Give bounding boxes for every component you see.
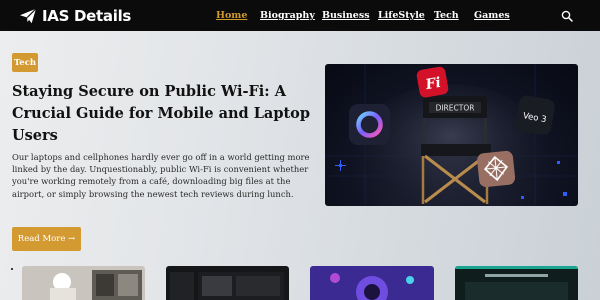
paper-plane-icon xyxy=(20,7,37,23)
search-icon xyxy=(561,10,573,22)
featured-title[interactable]: Staying Secure on Public Wi-Fi: A Crucia… xyxy=(12,81,312,147)
article-thumbnail xyxy=(310,266,434,300)
featured-excerpt: Our laptops and cellphones hardly ever g… xyxy=(12,152,310,199)
article-card-3[interactable] xyxy=(310,266,434,300)
article-thumbnail xyxy=(22,266,145,300)
chair-label: DIRECTOR xyxy=(436,104,475,113)
nav-lifestyle[interactable]: LifeStyle xyxy=(378,0,425,31)
nav-home[interactable]: Home xyxy=(216,0,247,31)
nav-games[interactable]: Games xyxy=(474,0,510,31)
nav-tech[interactable]: Tech xyxy=(434,0,459,31)
nav-business[interactable]: Business xyxy=(322,0,370,31)
category-badge[interactable]: Tech xyxy=(12,53,38,72)
site-name: IAS Details xyxy=(42,6,132,25)
site-header: IAS Details Home Biography Business Life… xyxy=(0,0,600,31)
site-logo[interactable]: IAS Details xyxy=(19,6,131,25)
article-card-4[interactable] xyxy=(455,266,578,300)
featured-image[interactable]: DIRECTOR Fi Veo 3 xyxy=(325,64,578,206)
search-button[interactable] xyxy=(561,9,573,22)
read-more-button[interactable]: Read More → xyxy=(12,227,81,251)
ai-tools-illustration: DIRECTOR Fi Veo 3 xyxy=(325,64,578,206)
carousel-dot xyxy=(11,268,13,270)
app-tile-geometric xyxy=(477,150,516,188)
article-card-2[interactable] xyxy=(166,266,289,300)
app-tile-ring xyxy=(349,104,390,145)
app-tile-label: Fi xyxy=(423,75,442,94)
app-tile-fi: Fi xyxy=(416,66,449,98)
article-card-1[interactable] xyxy=(22,266,145,300)
nav-biography[interactable]: Biography xyxy=(260,0,315,31)
article-thumbnail xyxy=(455,266,578,300)
app-tile-veo: Veo 3 xyxy=(515,95,555,135)
article-thumbnail xyxy=(166,266,289,300)
